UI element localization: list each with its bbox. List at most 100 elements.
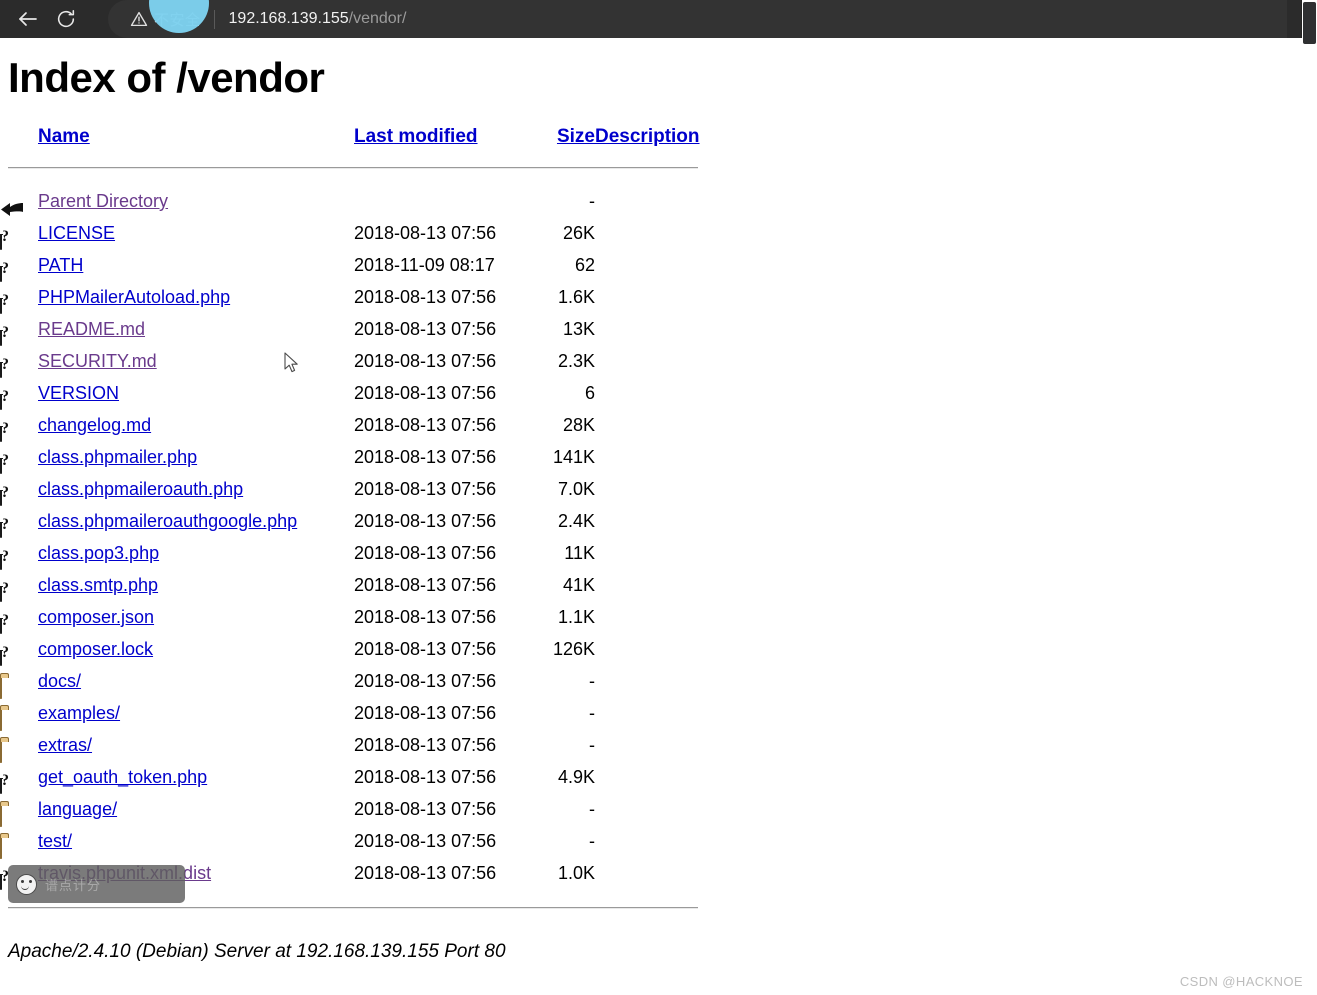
address-bar[interactable]: 不安全 192.168.139.155/vendor/	[108, 0, 1287, 38]
row-description-cell	[595, 729, 715, 761]
row-date-cell: 2018-08-13 07:56	[354, 447, 497, 467]
row-size-cell: 1.0K	[557, 863, 595, 883]
row-icon-cell	[0, 185, 38, 217]
file-link[interactable]: class.pop3.php	[38, 543, 159, 563]
row-name-cell[interactable]: class.phpmaileroauth.php	[38, 473, 354, 505]
table-row: changelog.md 2018-08-13 07:56 28K	[0, 409, 715, 443]
row-name-cell[interactable]: docs/	[38, 665, 354, 697]
folder-icon	[0, 798, 22, 828]
reload-button[interactable]	[47, 0, 85, 38]
file-link[interactable]: changelog.md	[38, 415, 151, 435]
file-link[interactable]: composer.lock	[38, 639, 153, 659]
header-name[interactable]: Name	[38, 120, 354, 153]
file-link[interactable]: docs/	[38, 671, 81, 691]
row-name-cell[interactable]: VERSION	[38, 377, 354, 409]
table-row: composer.lock 2018-08-13 07:56 126K	[0, 633, 715, 667]
directory-listing-table: Name Last modified Size Description Pare…	[0, 120, 715, 921]
table-row: Parent Directory -	[0, 185, 715, 217]
row-icon-cell	[0, 441, 38, 475]
unknown-file-icon	[0, 222, 22, 251]
table-row: PHPMailerAutoload.php 2018-08-13 07:56 1.6…	[0, 281, 715, 315]
row-name-cell[interactable]: extras/	[38, 729, 354, 761]
row-icon-cell	[0, 729, 38, 764]
file-link[interactable]: get_oauth_token.php	[38, 767, 207, 787]
header-size[interactable]: Size	[539, 120, 595, 153]
row-name-cell[interactable]: test/	[38, 825, 354, 857]
file-link[interactable]: language/	[38, 799, 117, 819]
file-link[interactable]: class.phpmailer.php	[38, 447, 197, 467]
browser-toolbar: 不安全 192.168.139.155/vendor/	[0, 0, 1317, 38]
row-description-cell	[595, 601, 715, 633]
row-size-cell: -	[589, 191, 595, 211]
row-description-cell	[595, 313, 715, 345]
row-date-cell: 2018-08-13 07:56	[354, 479, 497, 499]
row-date-cell: 2018-08-13 07:56	[354, 607, 497, 627]
header-last-modified[interactable]: Last modified	[354, 120, 539, 153]
file-link[interactable]: composer.json	[38, 607, 154, 627]
folder-icon	[0, 702, 22, 732]
sort-by-size-link[interactable]: Size	[557, 126, 595, 147]
file-link[interactable]: extras/	[38, 735, 92, 755]
sort-by-description-link[interactable]: Description	[595, 126, 700, 147]
row-name-cell[interactable]: get_oauth_token.php	[38, 761, 354, 793]
sort-by-name-link[interactable]: Name	[38, 126, 90, 147]
row-date-cell: 2018-08-13 07:56	[354, 351, 497, 371]
row-size-cell: 1.1K	[557, 607, 595, 627]
file-link[interactable]: LICENSE	[38, 223, 115, 243]
row-name-cell[interactable]: composer.lock	[38, 633, 354, 665]
row-date-cell: 2018-08-13 07:56	[354, 767, 497, 787]
back-arrow-glyph	[1, 203, 23, 217]
row-size-cell: -	[589, 799, 595, 819]
header-divider	[0, 153, 715, 185]
header-icon-spacer	[0, 120, 38, 153]
scrollbar-thumb[interactable]	[1303, 2, 1316, 44]
page-scrollbar[interactable]	[1302, 0, 1317, 995]
row-name-cell[interactable]: Parent Directory	[38, 185, 354, 217]
file-link[interactable]: class.phpmaileroauth.php	[38, 479, 243, 499]
row-name-cell[interactable]: README.md	[38, 313, 354, 345]
unknown-file-icon	[0, 542, 22, 571]
file-link[interactable]: travis.phpunit.xml.dist	[38, 863, 211, 883]
row-description-cell	[595, 825, 715, 857]
row-icon-cell	[0, 409, 38, 443]
url-host: 192.168.139.155	[228, 10, 349, 27]
row-name-cell[interactable]: travis.phpunit.xml.dist	[38, 857, 354, 889]
row-name-cell[interactable]: PHPMailerAutoload.php	[38, 281, 354, 313]
row-name-cell[interactable]: class.pop3.php	[38, 537, 354, 569]
file-link[interactable]: class.phpmaileroauthgoogle.php	[38, 511, 297, 531]
row-name-cell[interactable]: changelog.md	[38, 409, 354, 441]
file-link[interactable]: PHPMailerAutoload.php	[38, 287, 230, 307]
file-link[interactable]: examples/	[38, 703, 120, 723]
omnibox-divider	[213, 9, 215, 29]
row-size-cell: 2.4K	[557, 511, 595, 531]
file-link[interactable]: VERSION	[38, 383, 119, 403]
row-name-cell[interactable]: PATH	[38, 249, 354, 281]
row-icon-cell	[0, 761, 38, 795]
file-link[interactable]: test/	[38, 831, 72, 851]
row-name-cell[interactable]: examples/	[38, 697, 354, 729]
back-button[interactable]	[9, 0, 47, 38]
unknown-file-icon	[0, 286, 22, 315]
row-name-cell[interactable]: class.smtp.php	[38, 569, 354, 601]
file-link[interactable]: Parent Directory	[38, 191, 168, 211]
file-link[interactable]: README.md	[38, 319, 145, 339]
row-size-cell: 1.6K	[557, 287, 595, 307]
row-icon-cell	[0, 665, 38, 700]
row-name-cell[interactable]: SECURITY.md	[38, 345, 354, 377]
row-icon-cell	[0, 569, 38, 603]
reload-icon	[57, 9, 75, 28]
file-link[interactable]: class.smtp.php	[38, 575, 158, 595]
row-date-cell: 2018-08-13 07:56	[354, 831, 497, 851]
file-link[interactable]: SECURITY.md	[38, 351, 157, 371]
row-description-cell	[595, 249, 715, 281]
row-name-cell[interactable]: LICENSE	[38, 217, 354, 249]
sort-by-date-link[interactable]: Last modified	[354, 126, 478, 147]
row-name-cell[interactable]: language/	[38, 793, 354, 825]
row-name-cell[interactable]: class.phpmaileroauthgoogle.php	[38, 505, 354, 537]
row-icon-cell	[0, 313, 38, 347]
row-name-cell[interactable]: composer.json	[38, 601, 354, 633]
row-name-cell[interactable]: class.phpmailer.php	[38, 441, 354, 473]
file-link[interactable]: PATH	[38, 255, 83, 275]
header-description[interactable]: Description	[595, 120, 715, 153]
row-date-cell: 2018-08-13 07:56	[354, 703, 497, 723]
